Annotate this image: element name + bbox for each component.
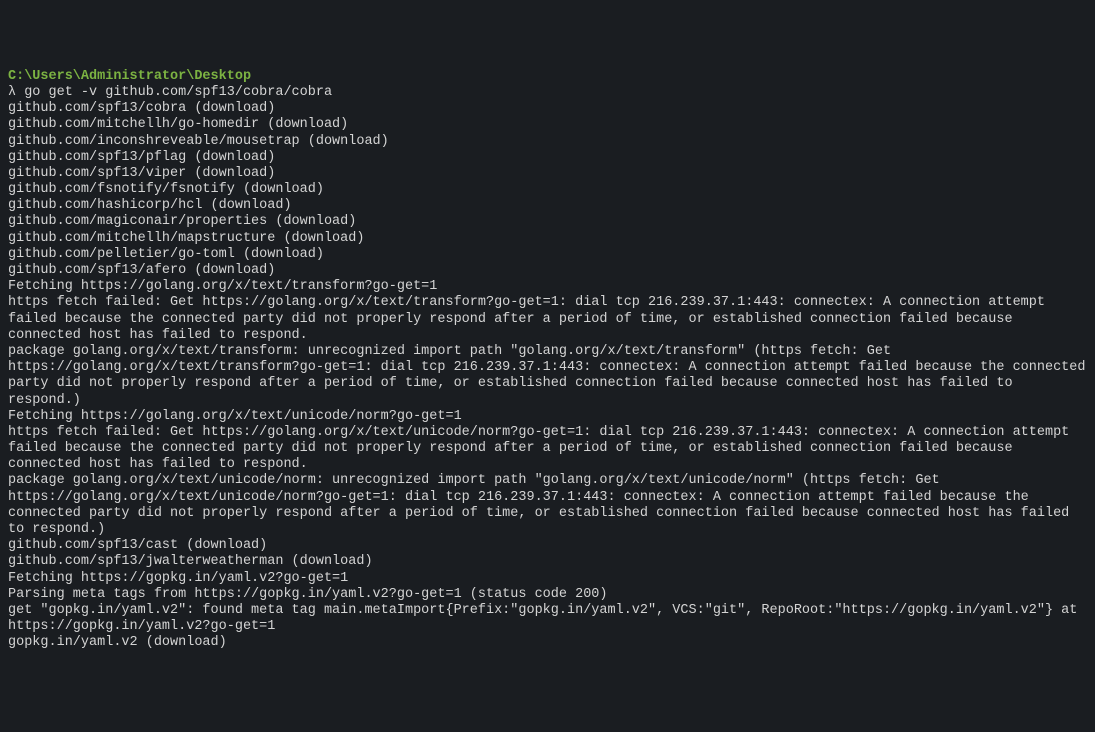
- terminal-output: github.com/spf13/cobra (download) github…: [8, 101, 1087, 651]
- terminal-content[interactable]: C:\Users\Administrator\Desktop λ go get …: [8, 69, 1087, 652]
- command-text: go get -v github.com/spf13/cobra/cobra: [24, 85, 332, 100]
- prompt-symbol: λ: [8, 85, 24, 100]
- current-path: C:\Users\Administrator\Desktop: [8, 69, 251, 84]
